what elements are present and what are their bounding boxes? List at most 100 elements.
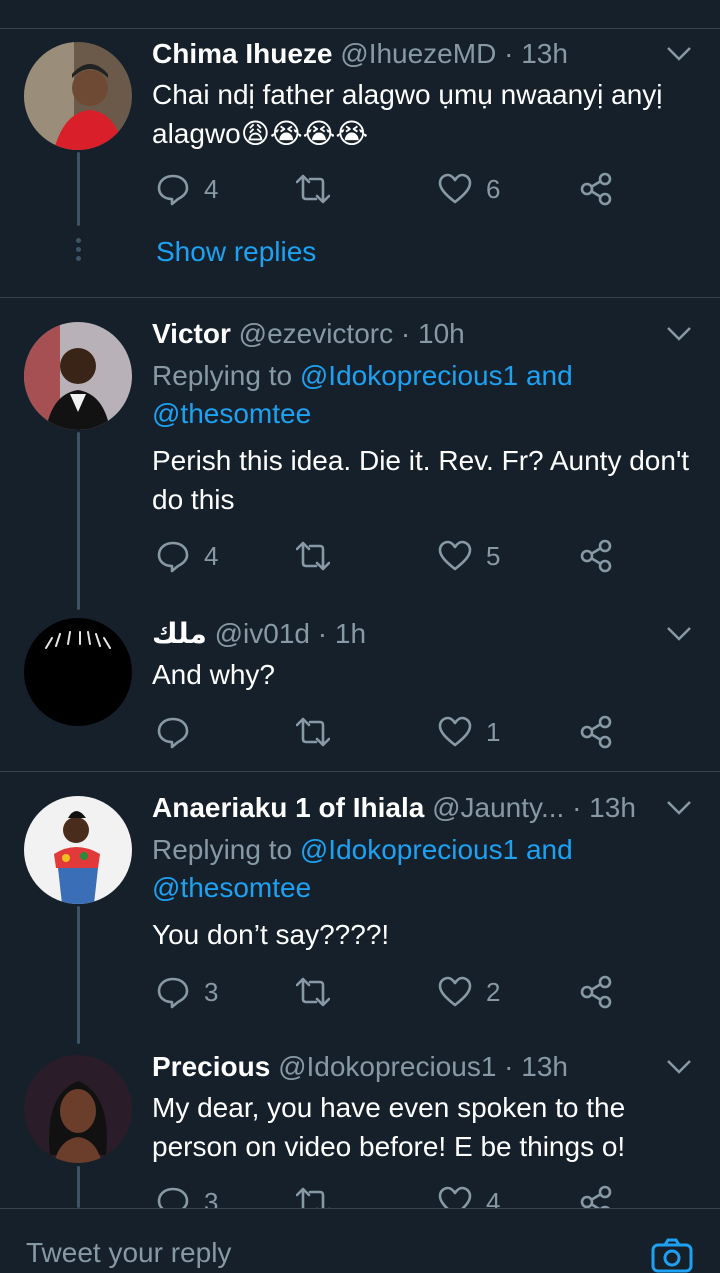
retweet-button[interactable] xyxy=(296,974,330,1010)
tweet-header: Precious @Idokoprecious1 · 13h xyxy=(152,1050,568,1084)
mention-link[interactable]: @thesomtee xyxy=(152,872,311,903)
reply-button[interactable]: 4 xyxy=(156,171,218,207)
camera-icon[interactable] xyxy=(650,1237,694,1273)
mention-link[interactable]: @Idokoprecious1 xyxy=(300,360,518,391)
thread-ellipsis xyxy=(74,238,82,265)
reply-button[interactable]: 3 xyxy=(156,974,218,1010)
timestamp: · 13h xyxy=(572,792,636,823)
tweet-header: Anaeriaku 1 of Ihiala @Jaunty... · 13h xyxy=(152,791,636,825)
avatar[interactable] xyxy=(24,42,132,150)
display-name[interactable]: Precious xyxy=(152,1051,270,1082)
replying-to: Replying to @Idokoprecious1 and @thesomt… xyxy=(152,831,692,907)
retweet-icon xyxy=(296,541,330,571)
avatar[interactable] xyxy=(24,322,132,430)
thread-line xyxy=(77,152,80,226)
share-button[interactable] xyxy=(579,974,613,1010)
share-button[interactable] xyxy=(579,538,613,574)
replying-and: and xyxy=(525,834,573,865)
tweet-text: My dear, you have even spoken to the per… xyxy=(152,1092,626,1162)
user-handle[interactable]: @Idokoprecious1 xyxy=(278,1051,496,1082)
share-icon xyxy=(580,539,612,573)
tweet-text: You don’t say????! xyxy=(152,919,390,950)
user-handle[interactable]: @Jaunty... xyxy=(432,792,564,823)
reply-count: 3 xyxy=(204,976,219,1007)
reply-icon xyxy=(157,541,189,573)
like-icon xyxy=(438,173,472,204)
replying-to-label: Replying to xyxy=(152,834,293,865)
timestamp: · 13h xyxy=(504,38,568,69)
reply-count: 4 xyxy=(204,540,219,571)
timestamp: · 10h xyxy=(400,318,465,349)
like-count: 2 xyxy=(486,976,501,1007)
user-handle[interactable]: @iv01d xyxy=(215,618,310,649)
chevron-down-icon[interactable] xyxy=(664,1057,694,1077)
tweet-text: Perish this idea. Die it. Rev. Fr? Aunty… xyxy=(152,445,690,515)
show-replies-link[interactable]: Show replies xyxy=(156,236,316,268)
retweet-button[interactable] xyxy=(296,171,330,207)
chevron-down-icon[interactable] xyxy=(664,624,694,644)
tweet-header: Victor @ezevictorc · 10h xyxy=(152,317,465,351)
chevron-down-icon[interactable] xyxy=(664,798,694,818)
mention-link[interactable]: @thesomtee xyxy=(152,398,311,429)
share-icon xyxy=(580,172,612,206)
like-button[interactable]: 6 xyxy=(438,171,500,207)
thread-line xyxy=(77,1166,80,1208)
reply-button[interactable]: 4 xyxy=(156,538,218,574)
display-name[interactable]: Anaeriaku 1 of Ihiala xyxy=(152,792,424,823)
avatar-image xyxy=(24,322,132,430)
like-icon xyxy=(438,976,472,1007)
divider xyxy=(0,771,720,772)
retweet-button[interactable] xyxy=(296,714,330,750)
thread-line xyxy=(77,432,80,610)
avatar[interactable] xyxy=(24,1055,132,1163)
display-name[interactable]: ملك xyxy=(152,618,207,649)
chevron-down-icon[interactable] xyxy=(664,44,694,64)
timestamp: · 13h xyxy=(504,1051,568,1082)
retweet-button[interactable] xyxy=(296,538,330,574)
avatar-image xyxy=(24,796,132,904)
tweet-text: And why? xyxy=(152,659,275,690)
like-button[interactable]: 5 xyxy=(438,538,500,574)
share-icon xyxy=(580,975,612,1009)
retweet-icon xyxy=(296,717,330,747)
share-button[interactable] xyxy=(579,714,613,750)
top-divider xyxy=(0,28,720,29)
thread-line xyxy=(77,906,80,1044)
tweet-header: Chima Ihueze @IhuezeMD · 13h xyxy=(152,37,568,71)
like-count: 6 xyxy=(486,173,501,204)
reply-icon xyxy=(157,174,189,206)
avatar-image xyxy=(24,42,132,150)
reply-count: 4 xyxy=(204,173,219,204)
display-name[interactable]: Chima Ihueze xyxy=(152,38,332,69)
retweet-icon xyxy=(296,977,330,1007)
divider xyxy=(0,297,720,298)
reply-button[interactable] xyxy=(156,714,204,750)
avatar-image xyxy=(24,1055,132,1163)
avatar[interactable] xyxy=(24,796,132,904)
share-button[interactable] xyxy=(579,171,613,207)
display-name[interactable]: Victor xyxy=(152,318,231,349)
like-button[interactable]: 1 xyxy=(438,714,500,750)
mention-link[interactable]: @Idokoprecious1 xyxy=(300,834,518,865)
chevron-down-icon[interactable] xyxy=(664,324,694,344)
reply-input[interactable]: Tweet your reply xyxy=(26,1237,231,1269)
reply-icon xyxy=(157,717,189,749)
like-icon xyxy=(438,540,472,571)
replying-to: Replying to @Idokoprecious1 and @thesomt… xyxy=(152,357,692,433)
like-button[interactable]: 2 xyxy=(438,974,500,1010)
reply-icon xyxy=(157,977,189,1009)
tweet-text: Chai ndị father alagwo ụmụ nwaanyị anyị … xyxy=(152,79,663,149)
avatar-image xyxy=(24,618,132,726)
replying-and: and xyxy=(525,360,573,391)
like-count: 1 xyxy=(486,716,501,747)
user-handle[interactable]: @ezevictorc xyxy=(239,318,393,349)
retweet-icon xyxy=(296,174,330,204)
replying-to-label: Replying to xyxy=(152,360,293,391)
reply-composer[interactable]: Tweet your reply xyxy=(0,1208,720,1273)
like-icon xyxy=(438,716,472,747)
like-count: 5 xyxy=(486,540,501,571)
share-icon xyxy=(580,715,612,749)
avatar[interactable] xyxy=(24,618,132,726)
user-handle[interactable]: @IhuezeMD xyxy=(340,38,496,69)
tweet-header: ملك @iv01d · 1h xyxy=(152,617,366,651)
